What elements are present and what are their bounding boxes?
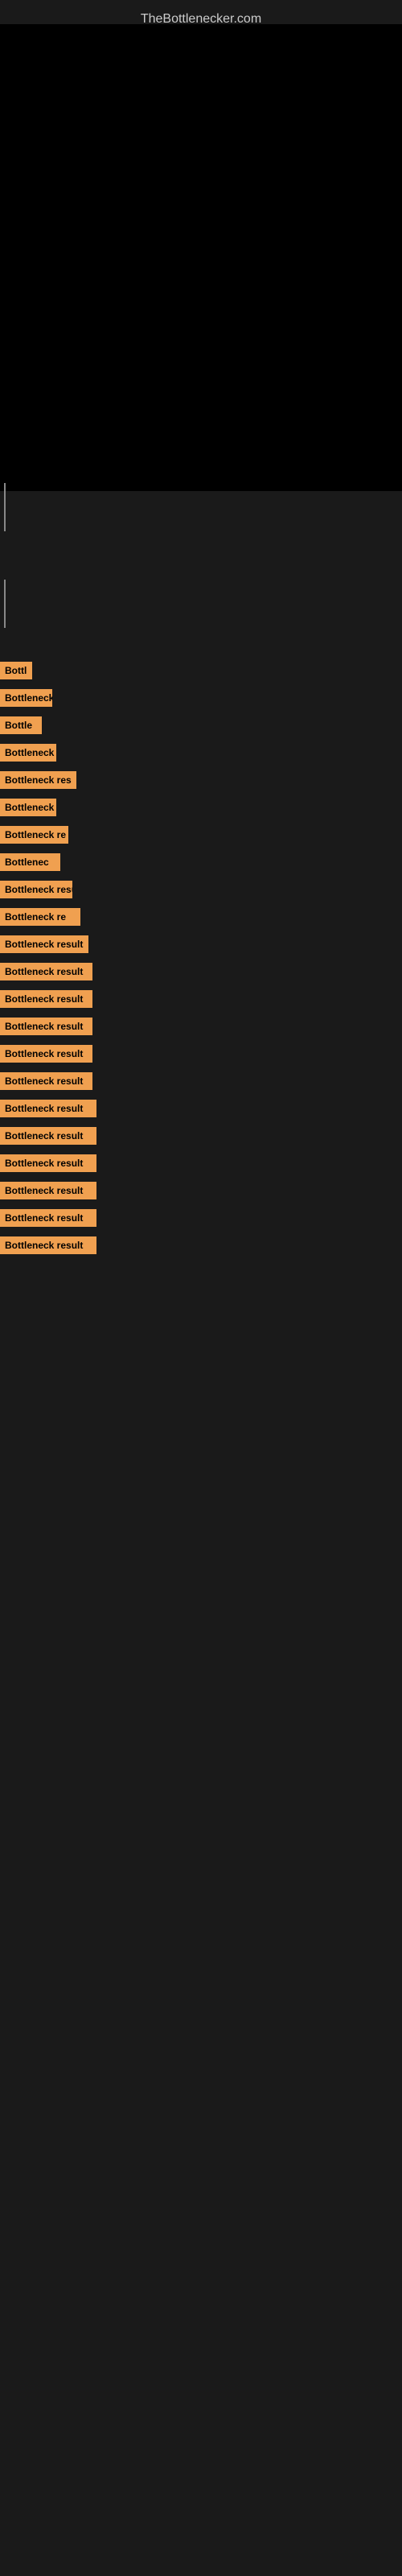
result-item-17: Bottleneck result	[0, 1098, 402, 1119]
result-item-9: Bottleneck resu	[0, 879, 402, 900]
result-label-9[interactable]: Bottleneck resu	[0, 881, 72, 898]
result-label-2[interactable]: Bottleneck	[0, 689, 52, 707]
result-label-21[interactable]: Bottleneck result	[0, 1209, 96, 1227]
result-label-10[interactable]: Bottleneck re	[0, 908, 80, 926]
result-item-20: Bottleneck result	[0, 1180, 402, 1201]
result-label-3[interactable]: Bottle	[0, 716, 42, 734]
result-item-5: Bottleneck res	[0, 770, 402, 791]
result-label-14[interactable]: Bottleneck result	[0, 1018, 92, 1035]
result-item-21: Bottleneck result	[0, 1208, 402, 1228]
result-label-7[interactable]: Bottleneck re	[0, 826, 68, 844]
result-label-11[interactable]: Bottleneck result	[0, 935, 88, 953]
chart-area	[0, 24, 402, 491]
result-label-18[interactable]: Bottleneck result	[0, 1127, 96, 1145]
result-label-4[interactable]: Bottleneck	[0, 744, 56, 762]
result-item-7: Bottleneck re	[0, 824, 402, 845]
result-label-16[interactable]: Bottleneck result	[0, 1072, 92, 1090]
result-label-12[interactable]: Bottleneck result	[0, 963, 92, 980]
result-item-14: Bottleneck result	[0, 1016, 402, 1037]
vertical-line-left2	[4, 580, 6, 628]
result-item-3: Bottle	[0, 715, 402, 736]
result-item-4: Bottleneck	[0, 742, 402, 763]
result-item-15: Bottleneck result	[0, 1043, 402, 1064]
result-item-1: Bottl	[0, 660, 402, 681]
result-label-19[interactable]: Bottleneck result	[0, 1154, 96, 1172]
result-item-8: Bottlenec	[0, 852, 402, 873]
result-item-6: Bottleneck	[0, 797, 402, 818]
result-item-13: Bottleneck result	[0, 989, 402, 1009]
result-label-22[interactable]: Bottleneck result	[0, 1236, 96, 1254]
result-item-10: Bottleneck re	[0, 906, 402, 927]
result-item-22: Bottleneck result	[0, 1235, 402, 1256]
result-label-13[interactable]: Bottleneck result	[0, 990, 92, 1008]
result-label-8[interactable]: Bottlenec	[0, 853, 60, 871]
result-item-12: Bottleneck result	[0, 961, 402, 982]
result-label-1[interactable]: Bottl	[0, 662, 32, 679]
result-item-16: Bottleneck result	[0, 1071, 402, 1092]
result-label-5[interactable]: Bottleneck res	[0, 771, 76, 789]
result-label-17[interactable]: Bottleneck result	[0, 1100, 96, 1117]
vertical-line-left	[4, 483, 6, 531]
result-item-18: Bottleneck result	[0, 1125, 402, 1146]
result-label-20[interactable]: Bottleneck result	[0, 1182, 96, 1199]
result-label-15[interactable]: Bottleneck result	[0, 1045, 92, 1063]
result-item-19: Bottleneck result	[0, 1153, 402, 1174]
result-label-6[interactable]: Bottleneck	[0, 799, 56, 816]
result-item-11: Bottleneck result	[0, 934, 402, 955]
result-item-2: Bottleneck	[0, 687, 402, 708]
results-container: Bottl Bottleneck Bottle Bottleneck Bottlenec…	[0, 660, 402, 1262]
